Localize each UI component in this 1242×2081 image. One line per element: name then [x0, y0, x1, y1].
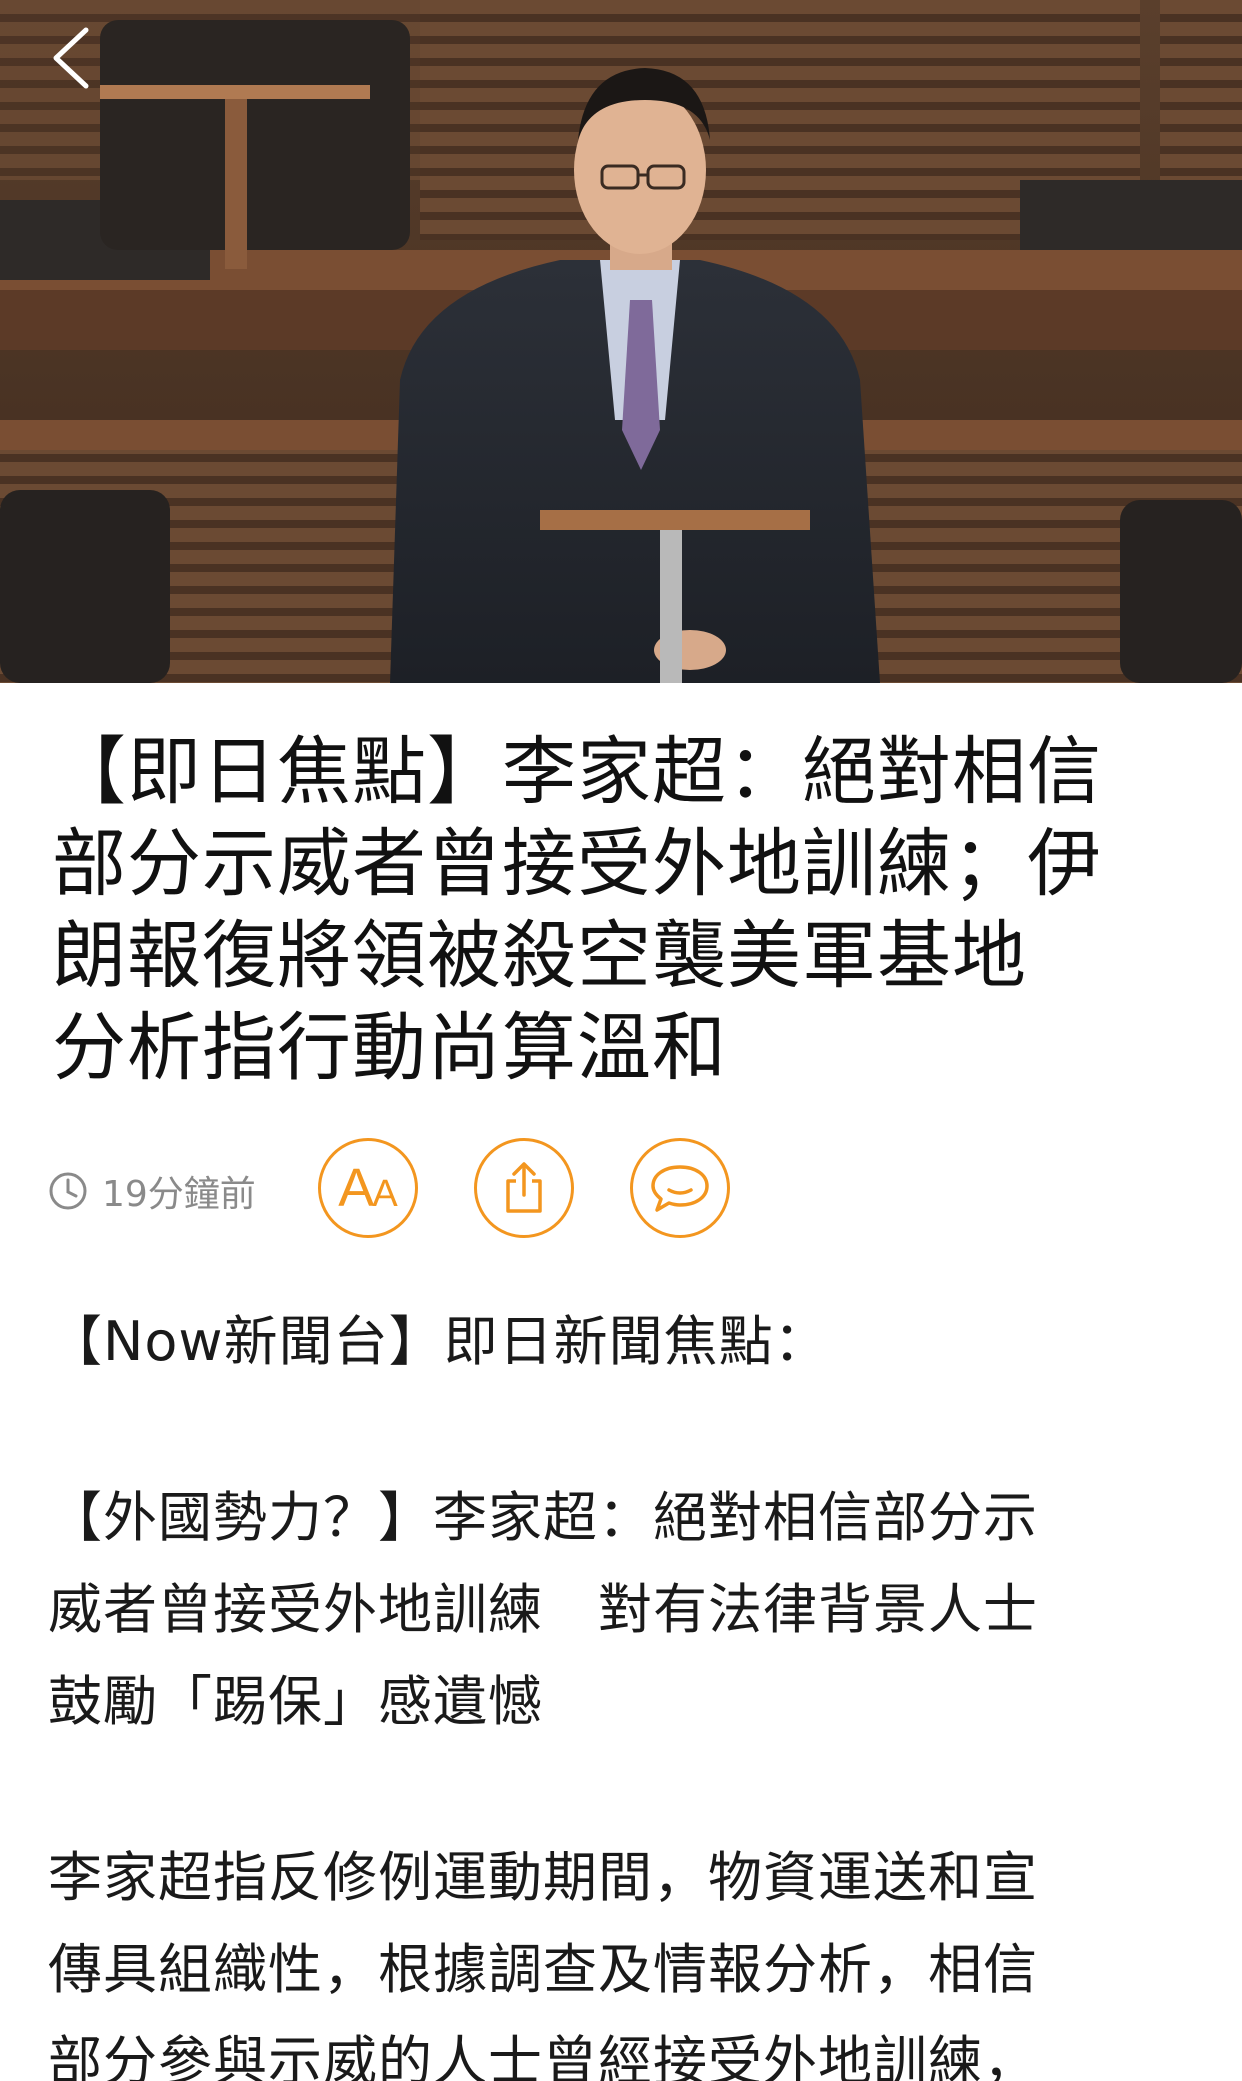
article-meta-bar: 19分鐘前 A A [48, 1136, 1198, 1246]
body-line: 傳具組織性，根據調查及情報分析，相信 [48, 1938, 1038, 2001]
clock-icon [49, 1172, 87, 1210]
body-line: 威者曾接受外地訓練 對有法律背景人士 [48, 1578, 1038, 1641]
chevron-left-icon [53, 27, 89, 89]
comment-icon [651, 1165, 709, 1212]
body-line: 鼓勵「踢保」感遺憾 [48, 1670, 543, 1733]
section-paragraph: 李家超指反修例運動期間，物資運送和宣 傳具組織性，根據調查及情報分析，相信 部分… [48, 1832, 1208, 2081]
publish-time: 19分鐘前 [48, 1166, 256, 1216]
article-headline: 【即日焦點】李家超：絕對相信 部分示威者曾接受外地訓練；伊 朗報復將領被殺空襲美… [52, 726, 1202, 1094]
body-line: 【Now新聞台】即日新聞焦點： [48, 1310, 829, 1373]
body-line: 【外國勢力？】李家超：絕對相信部分示 [48, 1486, 1038, 1549]
body-line: 部分參與示威的人士曾經接受外地訓練， [48, 2030, 1038, 2081]
hero-image [0, 0, 1242, 683]
comment-button[interactable] [630, 1138, 730, 1238]
share-button[interactable] [474, 1138, 574, 1238]
share-icon [506, 1162, 542, 1213]
article-body: 【Now新聞台】即日新聞焦點： 【外國勢力？】李家超：絕對相信部分示 威者曾接受… [48, 1296, 1208, 2081]
body-line: 李家超指反修例運動期間，物資運送和宣 [48, 1846, 1038, 1909]
headline-line: 朗報復將領被殺空襲美軍基地 [52, 913, 1027, 999]
headline-line: 部分示威者曾接受外地訓練；伊 [52, 821, 1102, 907]
headline-line: 【即日焦點】李家超：絕對相信 [52, 729, 1102, 815]
back-button[interactable] [36, 24, 104, 92]
intro-paragraph: 【Now新聞台】即日新聞焦點： [48, 1296, 1208, 1388]
font-size-button[interactable]: A A [318, 1138, 418, 1238]
article-page: 【即日焦點】李家超：絕對相信 部分示威者曾接受外地訓練；伊 朗報復將領被殺空襲美… [0, 0, 1242, 2081]
section-paragraph: 【外國勢力？】李家超：絕對相信部分示 威者曾接受外地訓練 對有法律背景人士 鼓勵… [48, 1472, 1208, 1748]
font-size-big-a: A [338, 1158, 375, 1218]
font-size-icon: A A [338, 1161, 397, 1215]
hero-photo-illustration [0, 0, 1242, 683]
time-ago-text: 19分鐘前 [102, 1174, 256, 1215]
headline-line: 分析指行動尚算溫和 [52, 1005, 727, 1091]
font-size-small-a: A [372, 1173, 398, 1215]
